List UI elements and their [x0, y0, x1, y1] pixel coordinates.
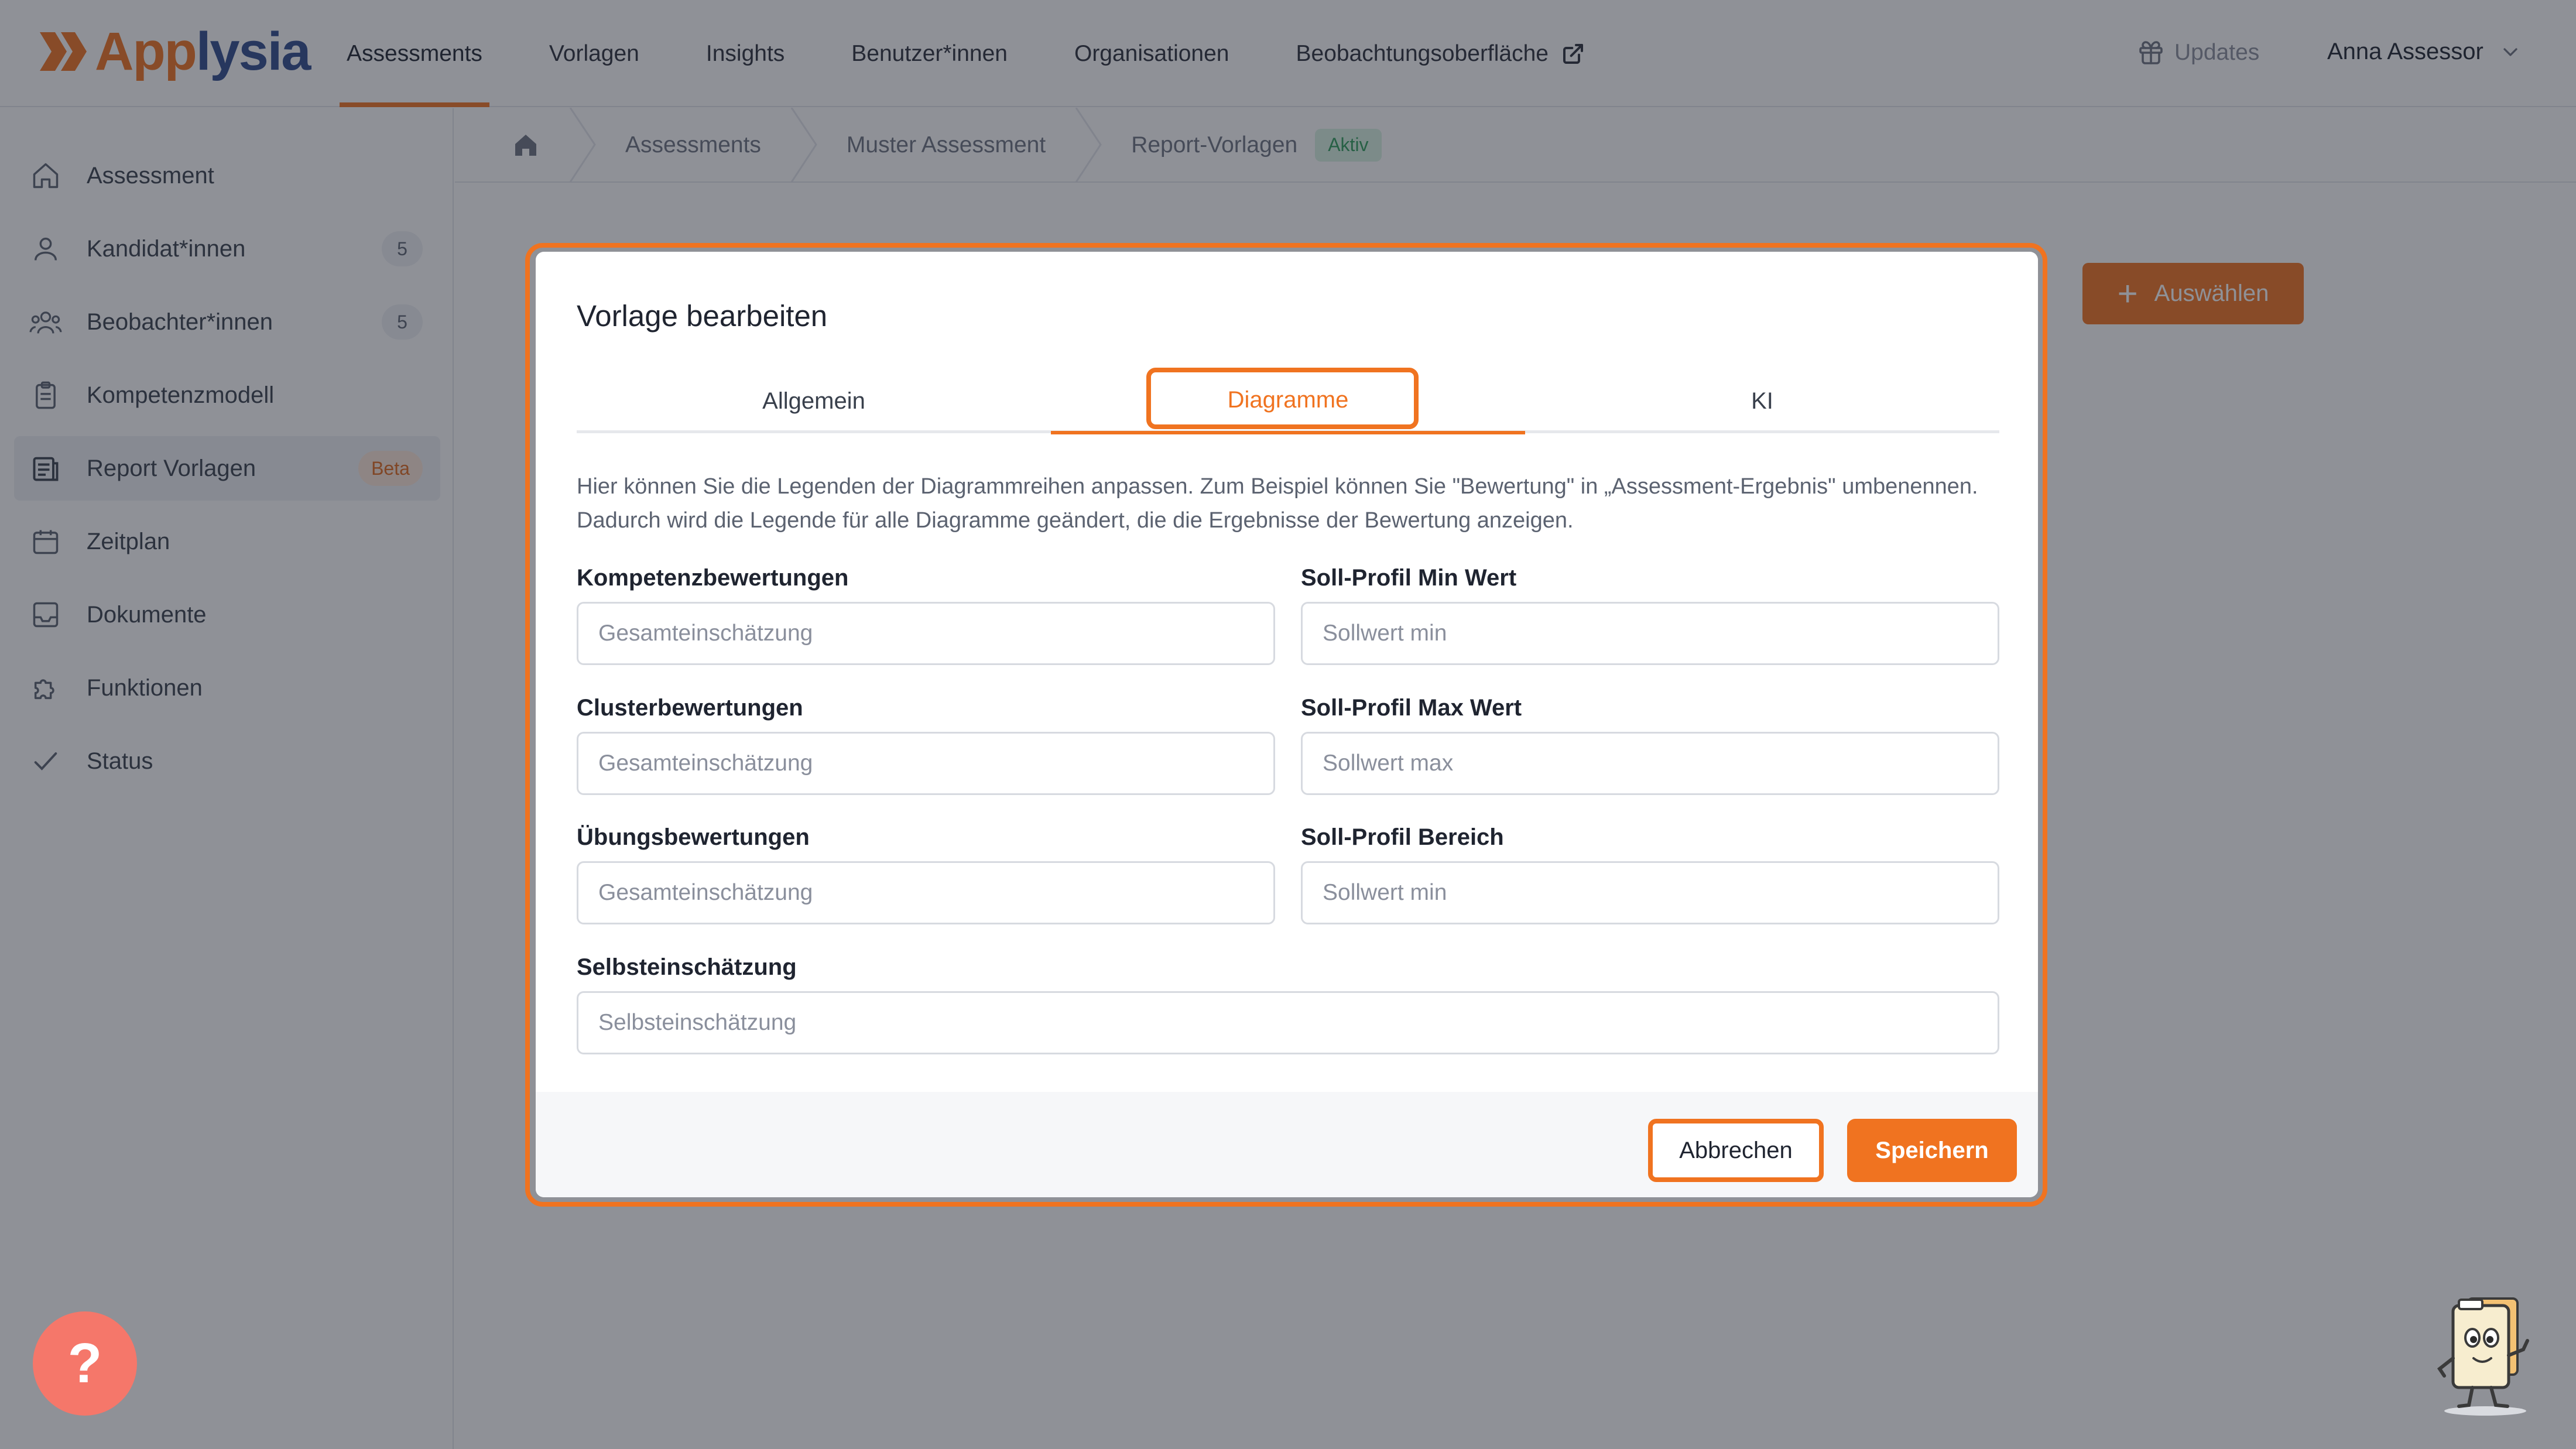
modal-footer: Abbrechen Speichern: [536, 1092, 2038, 1197]
cancel-button[interactable]: Abbrechen: [1648, 1119, 1824, 1182]
soll-max-label: Soll-Profil Max Wert: [1301, 695, 1522, 721]
uebung-input[interactable]: [577, 861, 1275, 924]
tab-highlight-frame: [1146, 368, 1419, 429]
kompetenz-label: Kompetenzbewertungen: [577, 565, 849, 591]
selbst-label: Selbsteinschätzung: [577, 954, 797, 980]
uebung-label: Übungsbewertungen: [577, 824, 810, 850]
edit-template-modal: Vorlage bearbeiten Allgemein Diagramme K…: [536, 252, 2038, 1197]
cluster-label: Clusterbewertungen: [577, 695, 803, 721]
intro-text: Hier können Sie die Legenden der Diagram…: [577, 474, 1978, 533]
save-button[interactable]: Speichern: [1847, 1119, 2017, 1182]
kompetenz-input[interactable]: [577, 602, 1275, 665]
help-button[interactable]: ?: [33, 1311, 137, 1416]
tab-ki[interactable]: KI: [1525, 369, 1999, 433]
tab-allgemein[interactable]: Allgemein: [577, 369, 1051, 433]
soll-max-input[interactable]: [1301, 732, 1999, 795]
modal-title: Vorlage bearbeiten: [577, 299, 828, 333]
soll-min-label: Soll-Profil Min Wert: [1301, 565, 1517, 591]
soll-bereich-input[interactable]: [1301, 861, 1999, 924]
soll-bereich-label: Soll-Profil Bereich: [1301, 824, 1504, 850]
cluster-input[interactable]: [577, 732, 1275, 795]
selbst-input[interactable]: [577, 991, 1999, 1054]
soll-min-input[interactable]: [1301, 602, 1999, 665]
mascot-assistant-icon[interactable]: [2427, 1294, 2544, 1417]
